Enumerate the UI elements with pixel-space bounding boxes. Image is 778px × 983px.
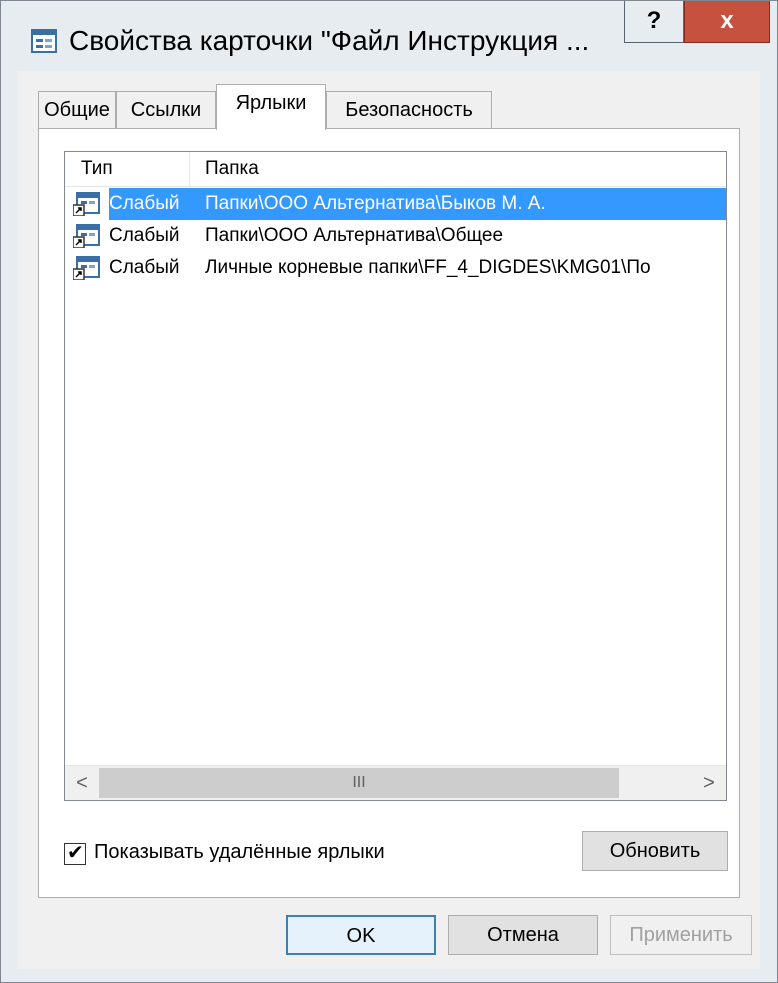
ok-button[interactable]: OK (286, 915, 436, 955)
column-header-type[interactable]: Тип (81, 158, 113, 180)
list-row-1[interactable]: Слабый Папки\ООО Альтернатива\Быков М. А… (65, 188, 726, 220)
row-folder: Папки\ООО Альтернатива\Быков М. А. (205, 193, 546, 214)
list-header: Тип Папка (65, 152, 726, 187)
list-row-2[interactable]: Слабый Папки\ООО Альтернатива\Общее (65, 220, 726, 252)
scroll-thumb[interactable]: III (99, 768, 619, 798)
row-type: Слабый (109, 193, 180, 214)
row-folder: Папки\ООО Альтернатива\Общее (205, 225, 504, 246)
horizontal-scrollbar[interactable]: < III > (65, 765, 726, 800)
help-button[interactable]: ? (624, 1, 684, 43)
cancel-button[interactable]: Отмена (448, 915, 598, 955)
show-deleted-label[interactable]: Показывать удалённые ярлыки (94, 841, 385, 864)
row-type: Слабый (109, 225, 180, 246)
tab-links[interactable]: Ссылки (116, 91, 216, 129)
card-icon (31, 29, 57, 53)
apply-button: Применить (610, 915, 752, 955)
tab-general[interactable]: Общие (38, 91, 116, 129)
shortcut-icon (73, 192, 100, 216)
close-button[interactable]: x (684, 1, 770, 43)
shortcut-icon (73, 224, 100, 248)
dialog-client: Общие Ссылки Ярлыки Безопасность Тип Пап… (18, 71, 760, 969)
show-deleted-checkbox[interactable]: ✔ (64, 842, 86, 865)
shortcuts-listview[interactable]: Тип Папка Слабый Папки\ООО Альтернатива\… (64, 151, 727, 801)
selected-row-highlight: Слабый Папки\ООО Альтернатива\Быков М. А… (109, 188, 726, 220)
row-folder: Личные корневые папки\FF_4_DIGDES\KMG01\… (205, 257, 651, 278)
tab-shortcuts[interactable]: Ярлыки (216, 84, 326, 130)
dialog-window: Свойства карточки "Файл Инструкция ... ?… (0, 0, 778, 983)
tab-security[interactable]: Безопасность (326, 91, 492, 129)
refresh-button[interactable]: Обновить (582, 831, 728, 871)
row-type: Слабый (109, 257, 180, 278)
window-title: Свойства карточки "Файл Инструкция ... (69, 25, 590, 56)
scroll-left-icon[interactable]: < (65, 766, 99, 800)
column-separator[interactable] (189, 152, 190, 186)
scroll-right-icon[interactable]: > (692, 766, 726, 800)
list-row-3[interactable]: Слабый Личные корневые папки\FF_4_DIGDES… (65, 252, 726, 284)
title-bar[interactable]: Свойства карточки "Файл Инструкция ... ?… (1, 1, 777, 71)
checkmark-icon: ✔ (67, 842, 84, 864)
column-header-folder[interactable]: Папка (205, 158, 259, 180)
shortcut-icon (73, 256, 100, 280)
